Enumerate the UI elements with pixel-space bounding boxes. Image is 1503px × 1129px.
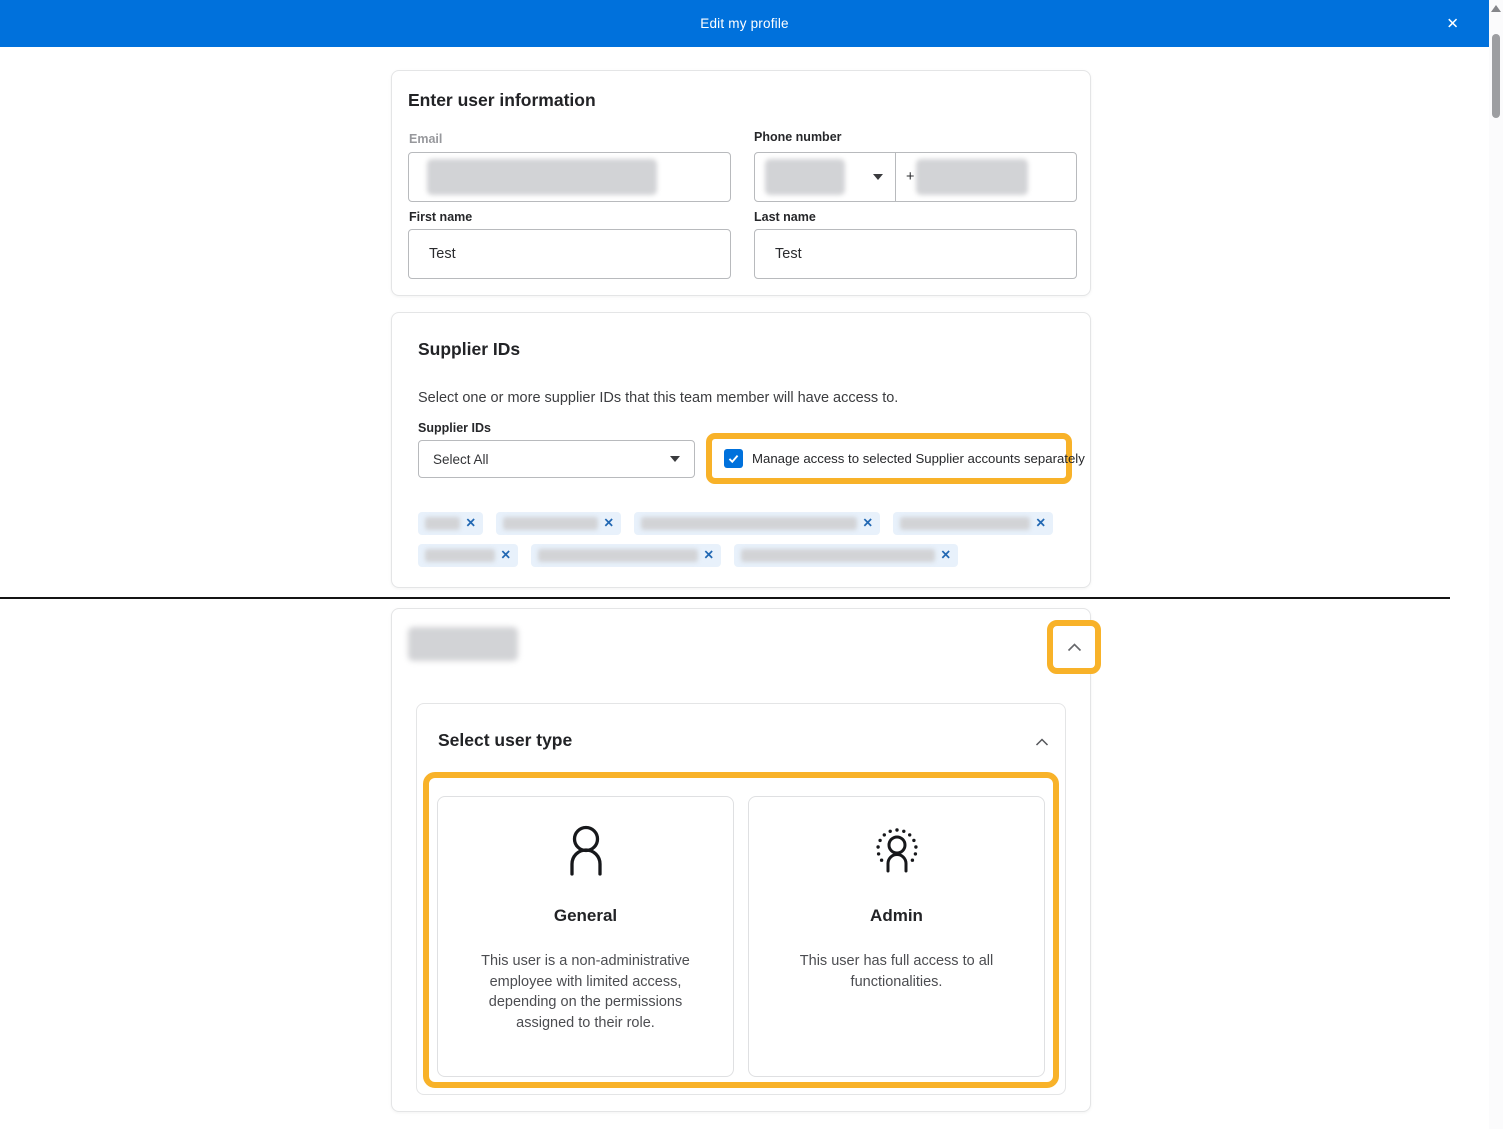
supplier-chip: ✕ bbox=[418, 512, 483, 535]
supplier-chip-row: ✕ ✕ ✕ bbox=[418, 544, 958, 567]
manage-access-checkbox[interactable] bbox=[724, 449, 743, 468]
user-type-description: This user is a non-administrative employ… bbox=[481, 953, 690, 1031]
scrollbar-thumb[interactable] bbox=[1492, 34, 1500, 118]
supplier-chip: ✕ bbox=[634, 512, 880, 535]
email-field[interactable] bbox=[408, 152, 731, 202]
redacted-phone-number bbox=[916, 159, 1029, 195]
supplier-chip: ✕ bbox=[734, 544, 958, 567]
person-icon bbox=[569, 825, 602, 876]
phone-field: + bbox=[754, 152, 1077, 202]
manage-access-highlight: Manage access to selected Supplier accou… bbox=[706, 433, 1085, 484]
user-type-highlight: General This user is a non-administrativ… bbox=[423, 772, 1059, 1088]
country-code-select[interactable] bbox=[755, 153, 896, 201]
phone-label: Phone number bbox=[754, 130, 842, 144]
first-name-field[interactable]: Test bbox=[408, 229, 731, 279]
first-name-label: First name bbox=[409, 210, 473, 224]
redacted-section-title bbox=[408, 627, 518, 661]
edit-profile-modal: Edit my profile ✕ Enter user information… bbox=[0, 0, 1503, 1129]
supplier-ids-select[interactable]: Select All bbox=[418, 440, 695, 478]
check-icon bbox=[728, 455, 739, 464]
redacted-chip-text bbox=[503, 517, 598, 530]
close-icon[interactable]: ✕ bbox=[1446, 16, 1459, 31]
redacted-chip-text bbox=[900, 517, 1030, 530]
user-type-option-general[interactable]: General This user is a non-administrativ… bbox=[437, 796, 734, 1077]
chip-remove-icon[interactable]: ✕ bbox=[501, 549, 511, 562]
last-name-label: Last name bbox=[754, 210, 816, 224]
user-type-description: This user has full access to all functio… bbox=[799, 953, 994, 990]
page-title: Edit my profile bbox=[700, 16, 789, 31]
supplier-chip: ✕ bbox=[531, 544, 721, 567]
user-type-option-admin[interactable]: Admin This user has full access to all f… bbox=[748, 796, 1045, 1077]
last-name-field[interactable]: Test bbox=[754, 229, 1077, 279]
collapse-panel-button[interactable] bbox=[1035, 734, 1049, 752]
redacted-chip-text bbox=[538, 549, 698, 562]
supplier-chip: ✕ bbox=[496, 512, 621, 535]
supplier-ids-card: Supplier IDs Select one or more supplier… bbox=[391, 312, 1091, 588]
user-info-card: Enter user information Email Phone numbe… bbox=[391, 70, 1091, 296]
supplier-ids-heading: Supplier IDs bbox=[418, 339, 521, 359]
user-type-label: Admin bbox=[870, 906, 923, 925]
person-sparkle-icon bbox=[875, 828, 918, 873]
supplier-chip: ✕ bbox=[418, 544, 518, 567]
select-user-type-panel: Select user type General This user is a … bbox=[416, 703, 1066, 1095]
chip-remove-icon[interactable]: ✕ bbox=[941, 549, 951, 562]
chevron-up-icon bbox=[1035, 738, 1049, 746]
redacted-email-value bbox=[427, 159, 657, 195]
supplier-chip: ✕ bbox=[893, 512, 1053, 535]
section-divider bbox=[0, 597, 1450, 599]
supplier-select-label: Supplier IDs bbox=[418, 421, 491, 435]
supplier-ids-description: Select one or more supplier IDs that thi… bbox=[418, 390, 899, 406]
last-name-value: Test bbox=[775, 246, 802, 262]
redacted-chip-text bbox=[641, 517, 857, 530]
supplier-select-value: Select All bbox=[433, 451, 489, 467]
caret-down-icon bbox=[670, 456, 680, 462]
user-type-label: General bbox=[553, 906, 618, 925]
phone-number-input[interactable]: + bbox=[896, 159, 1076, 195]
collapse-section-button[interactable] bbox=[1047, 620, 1101, 674]
user-role-card: Select user type General This user is a … bbox=[391, 608, 1101, 1112]
chip-remove-icon[interactable]: ✕ bbox=[466, 517, 476, 530]
user-info-heading: Enter user information bbox=[408, 90, 596, 110]
scroll-up-icon[interactable] bbox=[1491, 5, 1501, 12]
modal-header: Edit my profile ✕ bbox=[0, 0, 1489, 47]
redacted-chip-text bbox=[741, 549, 935, 562]
chevron-up-icon bbox=[1067, 642, 1081, 651]
phone-prefix: + bbox=[906, 169, 915, 185]
redacted-chip-text bbox=[425, 517, 460, 530]
first-name-value: Test bbox=[429, 246, 456, 262]
manage-access-label: Manage access to selected Supplier accou… bbox=[752, 451, 1085, 466]
chip-remove-icon[interactable]: ✕ bbox=[1036, 517, 1046, 530]
chip-remove-icon[interactable]: ✕ bbox=[704, 549, 714, 562]
select-user-type-heading: Select user type bbox=[438, 730, 573, 750]
vertical-scrollbar[interactable] bbox=[1489, 0, 1503, 1129]
email-label: Email bbox=[409, 132, 443, 146]
caret-down-icon bbox=[873, 174, 883, 180]
chip-remove-icon[interactable]: ✕ bbox=[604, 517, 614, 530]
redacted-chip-text bbox=[425, 549, 495, 562]
supplier-chip-row: ✕ ✕ ✕ ✕ bbox=[418, 512, 1053, 535]
redacted-country-code bbox=[765, 159, 845, 195]
chip-remove-icon[interactable]: ✕ bbox=[863, 517, 873, 530]
